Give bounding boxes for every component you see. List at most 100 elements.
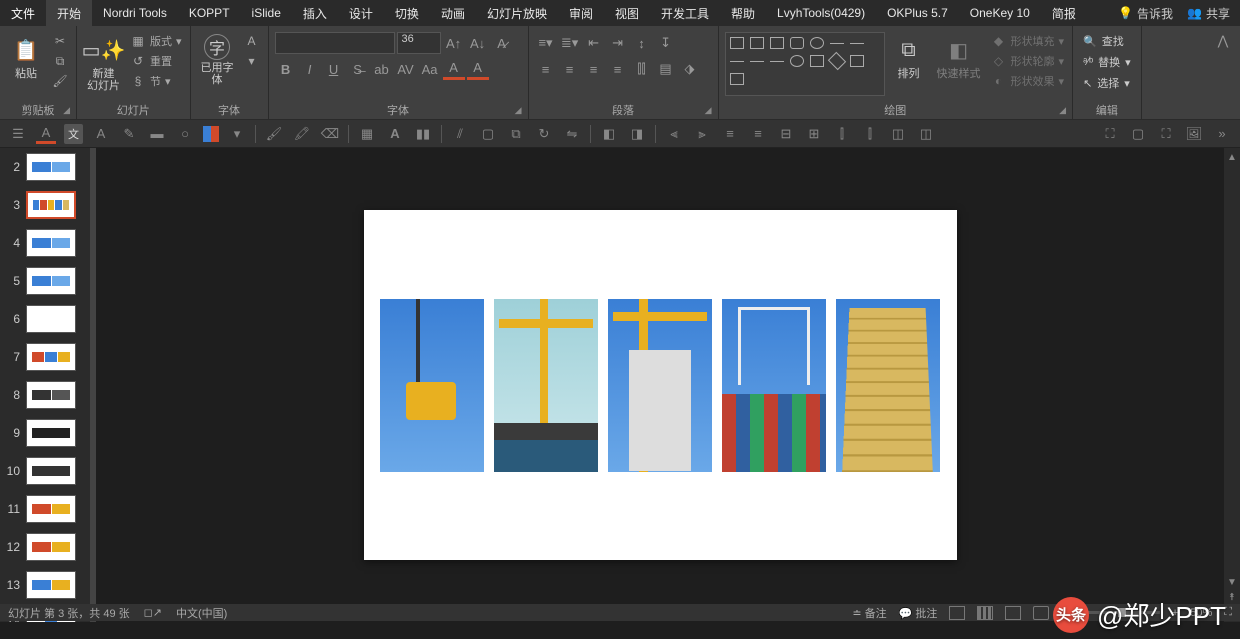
cut-button[interactable]: ✂ bbox=[50, 32, 70, 50]
text-align-button[interactable]: ▤ bbox=[655, 58, 677, 80]
tb-chart-icon[interactable]: ▮▮ bbox=[413, 124, 433, 144]
normal-view-button[interactable] bbox=[949, 606, 965, 620]
font-a-plus[interactable]: A bbox=[242, 32, 262, 50]
select-button[interactable]: ↖选择 ▾ bbox=[1079, 74, 1135, 92]
clipboard-launcher[interactable]: ◢ bbox=[63, 105, 70, 116]
tab-developer[interactable]: 开发工具 bbox=[650, 0, 720, 26]
find-button[interactable]: 🔍查找 bbox=[1079, 32, 1135, 50]
tab-lvyhtools[interactable]: LvyhTools(0429) bbox=[766, 0, 876, 26]
thumbnail-slide-3[interactable]: 3 bbox=[0, 186, 90, 224]
text-direction-button[interactable]: ↧ bbox=[655, 32, 677, 54]
indent-increase-button[interactable]: ⇥ bbox=[607, 32, 629, 54]
notes-button[interactable]: ≐ 备注 bbox=[852, 605, 886, 621]
thumbnail-slide-4[interactable]: 4 bbox=[0, 224, 90, 262]
bold-button[interactable]: B bbox=[275, 58, 297, 80]
format-painter-button[interactable]: 🖌 bbox=[50, 72, 70, 90]
tab-transitions[interactable]: 切换 bbox=[384, 0, 430, 26]
scroll-up-icon[interactable]: ▲ bbox=[1227, 152, 1237, 163]
line-spacing-button[interactable]: ↕ bbox=[631, 32, 653, 54]
tab-review[interactable]: 审阅 bbox=[558, 0, 604, 26]
underline-button[interactable]: U bbox=[323, 58, 345, 80]
tb-square-icon[interactable]: ▢ bbox=[1128, 124, 1148, 144]
align-left-button[interactable]: ≡ bbox=[535, 58, 557, 80]
tab-home[interactable]: 开始 bbox=[46, 0, 92, 26]
tab-nordri[interactable]: Nordri Tools bbox=[92, 0, 178, 26]
tab-help[interactable]: 帮助 bbox=[720, 0, 766, 26]
new-slide-button[interactable]: ▭✨ 新建 幻灯片 bbox=[83, 32, 124, 94]
clear-format-button[interactable]: A̷ bbox=[491, 32, 513, 54]
tb-dropdown-icon[interactable]: ▾ bbox=[227, 124, 247, 144]
thumbnail-slide-11[interactable]: 11 bbox=[0, 490, 90, 528]
tab-islide[interactable]: iSlide bbox=[241, 0, 292, 26]
shape-outline-button[interactable]: ◇形状轮廓 ▾ bbox=[989, 52, 1067, 70]
paste-button[interactable]: 📋 粘贴 bbox=[6, 32, 46, 82]
tb-more-icon[interactable]: » bbox=[1212, 124, 1232, 144]
smartart-button[interactable]: ⬗ bbox=[679, 58, 701, 80]
thumbnail-slide-13[interactable]: 13 bbox=[0, 566, 90, 604]
tab-design[interactable]: 设计 bbox=[338, 0, 384, 26]
tb-text-button[interactable]: 文 bbox=[64, 124, 83, 144]
columns-button[interactable]: ⫿⫿ bbox=[631, 58, 653, 80]
tb-brush2-icon[interactable]: 🖍 bbox=[292, 124, 312, 144]
tb-align3-icon[interactable]: ≡ bbox=[720, 124, 740, 144]
tb-pen-icon[interactable]: ✎ bbox=[119, 124, 139, 144]
thumbnail-slide-5[interactable]: 5 bbox=[0, 262, 90, 300]
thumbnail-slide-6[interactable]: 6 bbox=[0, 300, 90, 338]
strike-button[interactable]: S̶ bbox=[347, 58, 369, 80]
thumbnail-slide-12[interactable]: 12 bbox=[0, 528, 90, 566]
share-button[interactable]: 👥 共享 bbox=[1187, 5, 1230, 22]
tb-align10-icon[interactable]: ◫ bbox=[916, 124, 936, 144]
tb-brush1-icon[interactable]: 🖌 bbox=[264, 124, 284, 144]
tb-highlighter-icon[interactable]: ▬ bbox=[147, 124, 167, 144]
drawing-launcher[interactable]: ◢ bbox=[1059, 105, 1066, 116]
spacing-button[interactable]: AV bbox=[395, 58, 417, 80]
tab-report[interactable]: 简报 bbox=[1041, 0, 1087, 26]
tb-align7-icon[interactable]: ⫿ bbox=[832, 124, 852, 144]
tab-onekey[interactable]: OneKey 10 bbox=[959, 0, 1041, 26]
italic-button[interactable]: I bbox=[299, 58, 321, 80]
tb-align5-icon[interactable]: ⊟ bbox=[776, 124, 796, 144]
tb-circle-icon[interactable]: ○ bbox=[175, 124, 195, 144]
tab-insert[interactable]: 插入 bbox=[292, 0, 338, 26]
tb-crop-icon[interactable]: ⛶ bbox=[1100, 124, 1120, 144]
tab-animations[interactable]: 动画 bbox=[430, 0, 476, 26]
paragraph-launcher[interactable]: ◢ bbox=[705, 105, 712, 116]
font-color-button[interactable]: A bbox=[467, 58, 489, 80]
reset-button[interactable]: ↺重置 bbox=[128, 52, 184, 70]
scroll-down-icon[interactable]: ▼ bbox=[1227, 577, 1237, 588]
tb-grid-icon[interactable]: ▦ bbox=[357, 124, 377, 144]
decrease-font-button[interactable]: A↓ bbox=[467, 32, 489, 54]
shape-fill-button[interactable]: ◆形状填充 ▾ bbox=[989, 32, 1067, 50]
indent-decrease-button[interactable]: ⇤ bbox=[583, 32, 605, 54]
tb-fullscreen-icon[interactable]: ⛶ bbox=[1156, 124, 1176, 144]
accessibility-icon[interactable]: ◻↗ bbox=[144, 606, 162, 619]
tb-align6-icon[interactable]: ⊞ bbox=[804, 124, 824, 144]
tb-flip-icon[interactable]: ⇋ bbox=[562, 124, 582, 144]
case-button[interactable]: Aa bbox=[419, 58, 441, 80]
tb-box-icon[interactable]: ▢ bbox=[478, 124, 498, 144]
tb-layer2-icon[interactable]: ◨ bbox=[627, 124, 647, 144]
shape-effects-button[interactable]: ◐形状效果 ▾ bbox=[989, 72, 1067, 90]
prev-slide-icon[interactable]: ⯭ bbox=[1229, 592, 1235, 603]
language-indicator[interactable]: 中文(中国) bbox=[176, 605, 227, 621]
highlight-button[interactable]: A bbox=[443, 58, 465, 80]
shapes-gallery[interactable] bbox=[725, 32, 885, 96]
thumbnail-slide-10[interactable]: 10 bbox=[0, 452, 90, 490]
tb-align8-icon[interactable]: ⫿ bbox=[860, 124, 880, 144]
tab-file[interactable]: 文件 bbox=[0, 0, 46, 26]
font-size-select[interactable]: 36 bbox=[397, 32, 441, 54]
tb-merge-icon[interactable]: ⧉ bbox=[506, 124, 526, 144]
bullets-button[interactable]: ≡▾ bbox=[535, 32, 557, 54]
thumbnail-slide-2[interactable]: 2 bbox=[0, 148, 90, 186]
font-a-down[interactable]: ▾ bbox=[242, 52, 262, 70]
thumbnail-slide-9[interactable]: 9 bbox=[0, 414, 90, 452]
justify-button[interactable]: ≡ bbox=[607, 58, 629, 80]
tab-slideshow[interactable]: 幻灯片放映 bbox=[476, 0, 558, 26]
slide-thumbnails[interactable]: 2 3 4 5 6 7 8 9 10 bbox=[0, 148, 90, 622]
replace-button[interactable]: ᵃ⁄ᵇ替换 ▾ bbox=[1079, 53, 1135, 71]
tb-eraser-icon[interactable]: ⌫ bbox=[320, 124, 340, 144]
layout-button[interactable]: ▦版式 ▾ bbox=[128, 32, 184, 50]
arrange-button[interactable]: ⧉ 排列 bbox=[889, 32, 929, 82]
tb-align9-icon[interactable]: ◫ bbox=[888, 124, 908, 144]
shadow-button[interactable]: ab bbox=[371, 58, 393, 80]
